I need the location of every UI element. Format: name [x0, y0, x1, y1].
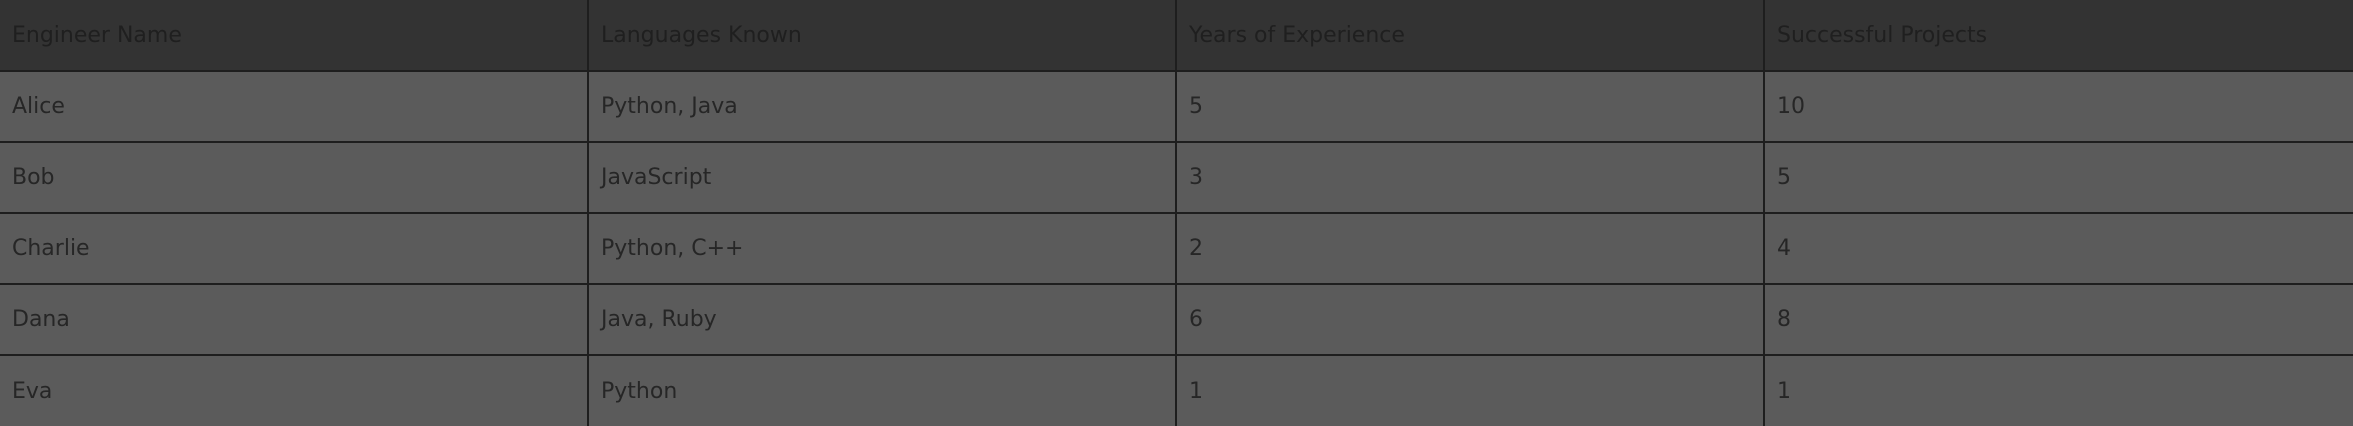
table-row: Eva Python 1 1 [0, 354, 2353, 426]
cell-languages-known: JavaScript [587, 141, 1177, 214]
column-header-engineer-name: Engineer Name [0, 0, 589, 72]
cell-engineer-name: Eva [0, 354, 589, 426]
cell-years-of-experience: 2 [1175, 212, 1765, 285]
cell-successful-projects: 1 [1763, 354, 2353, 426]
column-header-years-of-experience: Years of Experience [1175, 0, 1765, 72]
cell-successful-projects: 5 [1763, 141, 2353, 214]
cell-languages-known: Python [587, 354, 1177, 426]
cell-successful-projects: 4 [1763, 212, 2353, 285]
table-row: Charlie Python, C++ 2 4 [0, 212, 2353, 285]
cell-successful-projects: 8 [1763, 283, 2353, 356]
table-row: Bob JavaScript 3 5 [0, 141, 2353, 214]
cell-engineer-name: Alice [0, 70, 589, 143]
cell-languages-known: Java, Ruby [587, 283, 1177, 356]
cell-years-of-experience: 1 [1175, 354, 1765, 426]
cell-years-of-experience: 6 [1175, 283, 1765, 356]
cell-languages-known: Python, Java [587, 70, 1177, 143]
column-header-successful-projects: Successful Projects [1763, 0, 2353, 72]
table-body: Alice Python, Java 5 10 Bob JavaScript 3… [0, 70, 2353, 426]
engineers-table: Engineer Name Languages Known Years of E… [0, 0, 2353, 426]
table-row: Dana Java, Ruby 6 8 [0, 283, 2353, 356]
header-row: Engineer Name Languages Known Years of E… [0, 0, 2353, 72]
cell-years-of-experience: 5 [1175, 70, 1765, 143]
table-row: Alice Python, Java 5 10 [0, 70, 2353, 143]
cell-engineer-name: Bob [0, 141, 589, 214]
cell-languages-known: Python, C++ [587, 212, 1177, 285]
cell-successful-projects: 10 [1763, 70, 2353, 143]
cell-engineer-name: Charlie [0, 212, 589, 285]
column-header-languages-known: Languages Known [587, 0, 1177, 72]
cell-engineer-name: Dana [0, 283, 589, 356]
cell-years-of-experience: 3 [1175, 141, 1765, 214]
table-header: Engineer Name Languages Known Years of E… [0, 0, 2353, 72]
